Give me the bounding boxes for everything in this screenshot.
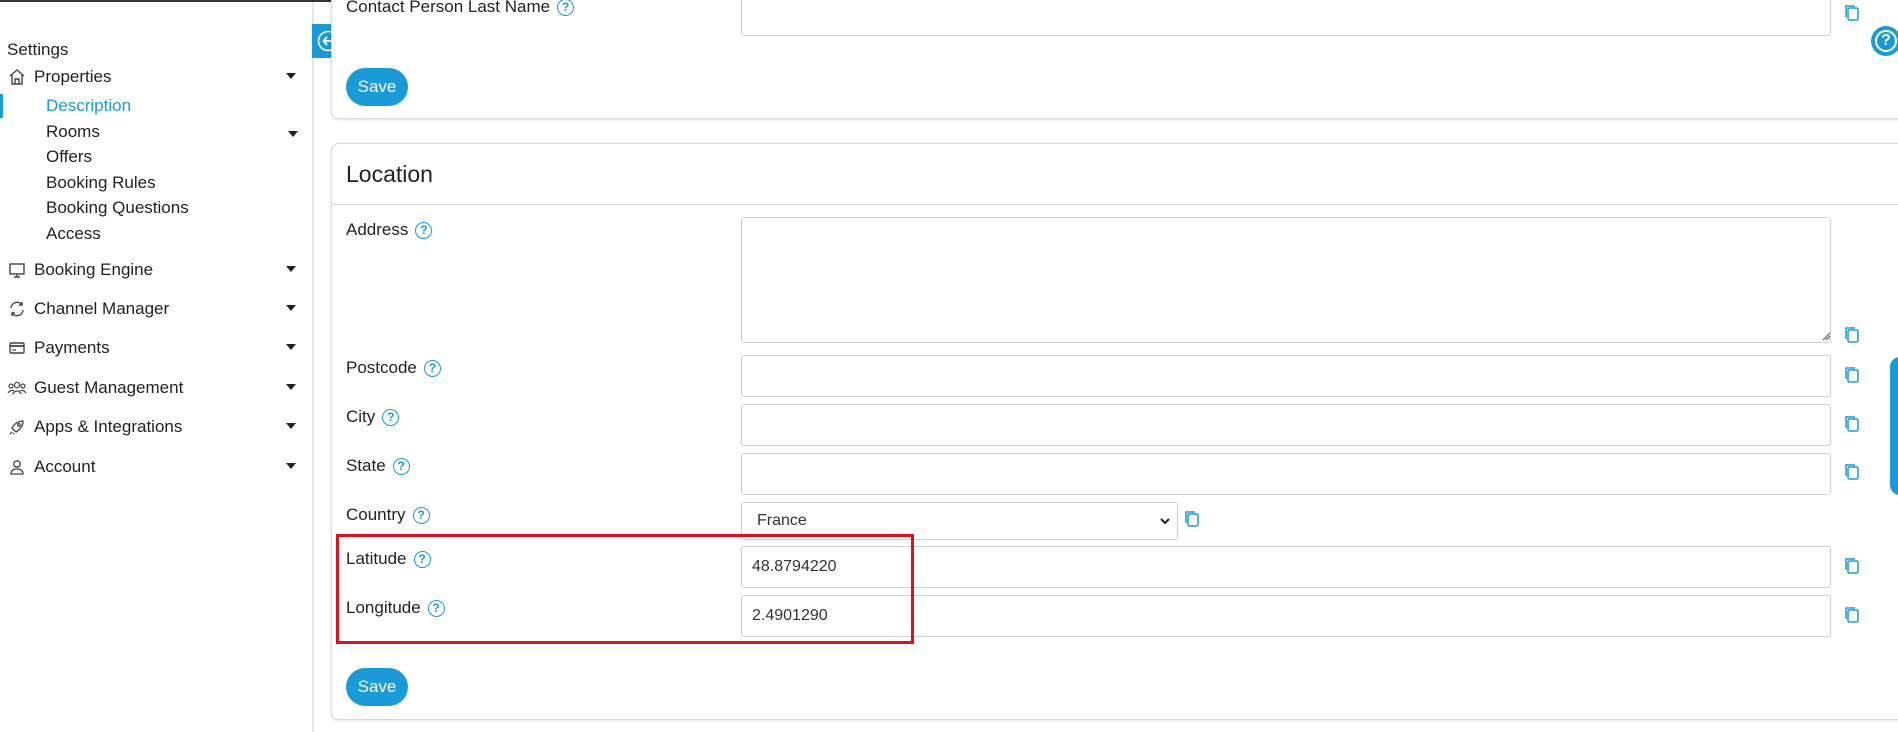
help-icon[interactable]: ?: [382, 408, 400, 426]
chevron-down-icon: [1160, 518, 1170, 525]
home-icon: [6, 66, 28, 88]
sidebar-item-label: Guest Management: [34, 378, 184, 397]
rocket-icon: [6, 416, 28, 438]
chevron-down-icon[interactable]: [286, 463, 296, 469]
sidebar-subitem-access[interactable]: Access: [46, 224, 101, 244]
sidebar-item-channel-manager[interactable]: Channel Manager: [0, 296, 310, 322]
contact-panel: Contact Person Last Name ? Save: [331, 0, 1898, 119]
help-icon[interactable]: ?: [392, 457, 410, 475]
chevron-down-icon[interactable]: [286, 423, 296, 429]
help-icon[interactable]: ?: [415, 221, 433, 239]
chevron-down-icon[interactable]: [286, 305, 296, 311]
monitor-icon: [6, 259, 28, 281]
city-label: City ?: [346, 407, 400, 427]
help-icon[interactable]: ?: [557, 0, 575, 16]
sidebar-subitem-description[interactable]: Description: [46, 96, 131, 116]
credit-card-icon: [6, 337, 28, 359]
copy-icon[interactable]: [1843, 605, 1861, 625]
contact-last-name-input[interactable]: [741, 0, 1831, 36]
sidebar-subitem-booking-rules[interactable]: Booking Rules: [46, 173, 156, 193]
save-button[interactable]: Save: [346, 68, 408, 106]
chevron-down-icon[interactable]: [286, 384, 296, 390]
sidebar-item-label: Apps & Integrations: [34, 417, 183, 436]
sidebar-subitem-rooms[interactable]: Rooms: [46, 122, 100, 142]
copy-icon[interactable]: [1843, 325, 1861, 345]
chevron-down-icon[interactable]: [286, 344, 296, 350]
country-label: Country ?: [346, 505, 430, 525]
chevron-down-icon[interactable]: [286, 266, 296, 272]
sidebar-item-booking-engine[interactable]: Booking Engine: [0, 257, 310, 283]
sidebar-item-label: Properties: [34, 67, 112, 86]
location-title: Location: [346, 161, 433, 187]
sidebar: Settings Properties Description Rooms Of…: [0, 2, 314, 732]
location-panel-header: Location: [332, 144, 1898, 205]
sidebar-item-account[interactable]: Account: [0, 454, 310, 480]
copy-icon[interactable]: [1843, 462, 1861, 482]
resize-handle-icon[interactable]: [1821, 331, 1831, 341]
side-feedback-tab[interactable]: [1890, 357, 1898, 495]
floating-help-button[interactable]: ?: [1871, 26, 1898, 56]
city-input[interactable]: [741, 404, 1831, 446]
copy-icon[interactable]: [1183, 509, 1201, 529]
address-label: Address ?: [346, 220, 433, 240]
sidebar-item-guest-management[interactable]: Guest Management: [0, 375, 310, 401]
help-icon: ?: [1875, 30, 1897, 52]
state-input[interactable]: [741, 453, 1831, 495]
contact-last-name-label: Contact Person Last Name ?: [346, 0, 575, 17]
copy-icon[interactable]: [1843, 414, 1861, 434]
active-indicator: [0, 94, 3, 118]
sidebar-item-apps-integrations[interactable]: Apps & Integrations: [0, 414, 310, 440]
help-icon[interactable]: ?: [412, 506, 430, 524]
copy-icon[interactable]: [1843, 556, 1861, 576]
postcode-label: Postcode ?: [346, 358, 441, 378]
chevron-down-icon[interactable]: [288, 131, 298, 137]
chevron-down-icon[interactable]: [286, 73, 296, 79]
help-icon[interactable]: ?: [423, 359, 441, 377]
sync-icon: [6, 298, 28, 320]
sidebar-title: Settings: [7, 40, 69, 59]
copy-icon[interactable]: [1843, 3, 1861, 23]
sidebar-item-label: Channel Manager: [34, 299, 170, 318]
state-label: State ?: [346, 456, 410, 476]
address-textarea[interactable]: [741, 217, 1831, 343]
copy-icon[interactable]: [1843, 365, 1861, 385]
sidebar-item-properties[interactable]: Properties: [0, 64, 310, 90]
sidebar-item-payments[interactable]: Payments: [0, 335, 310, 361]
sidebar-item-label: Booking Engine: [34, 260, 154, 279]
users-icon: [6, 377, 28, 399]
sidebar-subitem-offers[interactable]: Offers: [46, 147, 92, 167]
sidebar-item-label: Account: [34, 457, 96, 476]
save-button[interactable]: Save: [346, 668, 408, 706]
sidebar-item-label: Payments: [34, 338, 110, 357]
user-icon: [6, 456, 28, 478]
highlight-box: [336, 534, 914, 644]
postcode-input[interactable]: [741, 355, 1831, 397]
sidebar-subitem-booking-questions[interactable]: Booking Questions: [46, 198, 189, 218]
